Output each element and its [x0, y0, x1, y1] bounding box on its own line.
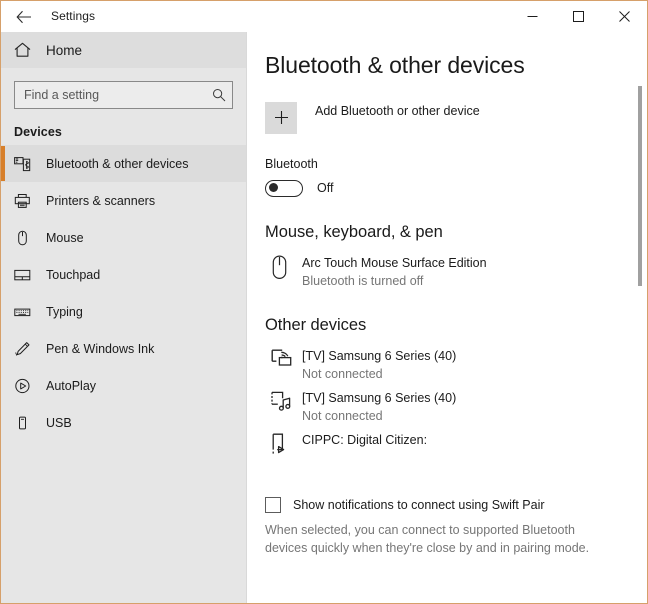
bluetooth-devices-icon	[14, 156, 38, 172]
list-item[interactable]: Arc Touch Mouse Surface Edition Bluetoot…	[265, 248, 647, 290]
keyboard-icon	[14, 304, 38, 320]
pen-icon	[14, 341, 38, 357]
mouse-icon	[265, 254, 299, 280]
search-input[interactable]: Find a setting	[14, 81, 233, 109]
main-inner: Bluetooth & other devices Add Bluetooth …	[248, 32, 647, 603]
list-item[interactable]: [TV] Samsung 6 Series (40) Not connected	[265, 383, 647, 425]
sidebar-item-label: AutoPlay	[46, 378, 97, 393]
sidebar-item-label: Typing	[46, 304, 83, 319]
mouse-icon	[14, 230, 38, 246]
sidebar-nav-list: Bluetooth & other devices Printers & sca…	[1, 145, 246, 441]
list-item[interactable]: [TV] Samsung 6 Series (40) Not connected	[265, 341, 647, 383]
sidebar-item-bluetooth-other-devices[interactable]: Bluetooth & other devices	[1, 145, 246, 182]
add-device-label: Add Bluetooth or other device	[315, 103, 480, 118]
list-item[interactable]: CIPPC: Digital Citizen:	[265, 425, 647, 467]
sidebar-item-home[interactable]: Home	[1, 32, 246, 68]
sidebar-item-label: Mouse	[46, 230, 84, 245]
sidebar-item-pen-windows-ink[interactable]: Pen & Windows Ink	[1, 330, 246, 367]
device-text: [TV] Samsung 6 Series (40) Not connected	[299, 347, 456, 383]
maximize-button[interactable]	[555, 1, 601, 32]
search-wrapper: Find a setting	[1, 68, 246, 109]
device-name: Arc Touch Mouse Surface Edition	[302, 255, 487, 270]
plus-icon[interactable]	[265, 101, 297, 134]
device-status: Not connected	[302, 408, 383, 423]
sidebar-category-title: Devices	[14, 125, 62, 139]
sidebar-item-label: Bluetooth & other devices	[46, 156, 189, 171]
back-button[interactable]	[1, 1, 47, 32]
search-icon[interactable]	[206, 88, 232, 102]
device-name: CIPPC: Digital Citizen:	[302, 432, 428, 447]
page-title: Bluetooth & other devices	[265, 52, 525, 78]
device-text: [TV] Samsung 6 Series (40) Not connected	[299, 389, 456, 425]
device-play-icon	[265, 431, 299, 457]
sidebar-item-usb[interactable]: USB	[1, 404, 246, 441]
main-content: Bluetooth & other devices Add Bluetooth …	[248, 32, 647, 603]
vertical-scrollbar[interactable]	[634, 32, 646, 602]
bluetooth-toggle-state: Off	[317, 181, 334, 196]
window-title: Settings	[51, 9, 96, 23]
sidebar: Home Find a setting Devices Bluetooth & …	[1, 32, 247, 603]
device-name: [TV] Samsung 6 Series (40)	[302, 348, 457, 363]
toggle-knob	[269, 182, 278, 192]
sidebar-item-label: Printers & scanners	[46, 193, 156, 208]
bluetooth-toggle[interactable]	[265, 179, 303, 197]
autoplay-icon	[14, 378, 38, 394]
device-status: Not connected	[302, 366, 383, 381]
usb-icon	[14, 415, 38, 431]
scrollbar-thumb[interactable]	[638, 86, 642, 286]
sidebar-item-touchpad[interactable]: Touchpad	[1, 256, 246, 293]
group-heading-other-devices: Other devices	[265, 315, 367, 334]
device-text: Arc Touch Mouse Surface Edition Bluetoot…	[299, 254, 487, 290]
bluetooth-section-label: Bluetooth	[265, 156, 318, 171]
sidebar-item-mouse[interactable]: Mouse	[1, 219, 246, 256]
device-status: Bluetooth is turned off	[302, 273, 424, 288]
title-bar: Settings	[1, 1, 647, 32]
search-placeholder: Find a setting	[24, 88, 100, 102]
device-list-other-devices: [TV] Samsung 6 Series (40) Not connected	[265, 341, 647, 467]
media-audio-icon	[265, 389, 299, 411]
group-heading-mouse-keyboard-pen: Mouse, keyboard, & pen	[265, 222, 443, 241]
touchpad-icon	[14, 267, 38, 283]
bluetooth-toggle-row[interactable]: Off	[265, 179, 647, 197]
swift-pair-row[interactable]: Show notifications to connect using Swif…	[265, 496, 647, 513]
swift-pair-label: Show notifications to connect using Swif…	[293, 497, 545, 512]
device-text: CIPPC: Digital Citizen:	[299, 431, 427, 449]
sidebar-item-autoplay[interactable]: AutoPlay	[1, 367, 246, 404]
home-icon	[14, 42, 36, 58]
sidebar-item-typing[interactable]: Typing	[1, 293, 246, 330]
printer-icon	[14, 193, 38, 209]
sidebar-item-label: Pen & Windows Ink	[46, 341, 155, 356]
close-button[interactable]	[601, 1, 647, 32]
add-device-row[interactable]: Add Bluetooth or other device	[265, 101, 647, 134]
sidebar-item-label: USB	[46, 415, 72, 430]
device-name: [TV] Samsung 6 Series (40)	[302, 390, 457, 405]
sidebar-item-label: Touchpad	[46, 267, 101, 282]
swift-pair-description: When selected, you can connect to suppor…	[265, 522, 590, 555]
display-cast-icon	[265, 347, 299, 369]
sidebar-item-printers-scanners[interactable]: Printers & scanners	[1, 182, 246, 219]
sidebar-home-label: Home	[46, 42, 83, 58]
swift-pair-checkbox[interactable]	[265, 496, 281, 513]
minimize-button[interactable]	[509, 1, 555, 32]
settings-window: Settings Home Find a setting Devices Blu…	[0, 0, 648, 604]
device-list-mouse-keyboard-pen: Arc Touch Mouse Surface Edition Bluetoot…	[265, 248, 647, 290]
